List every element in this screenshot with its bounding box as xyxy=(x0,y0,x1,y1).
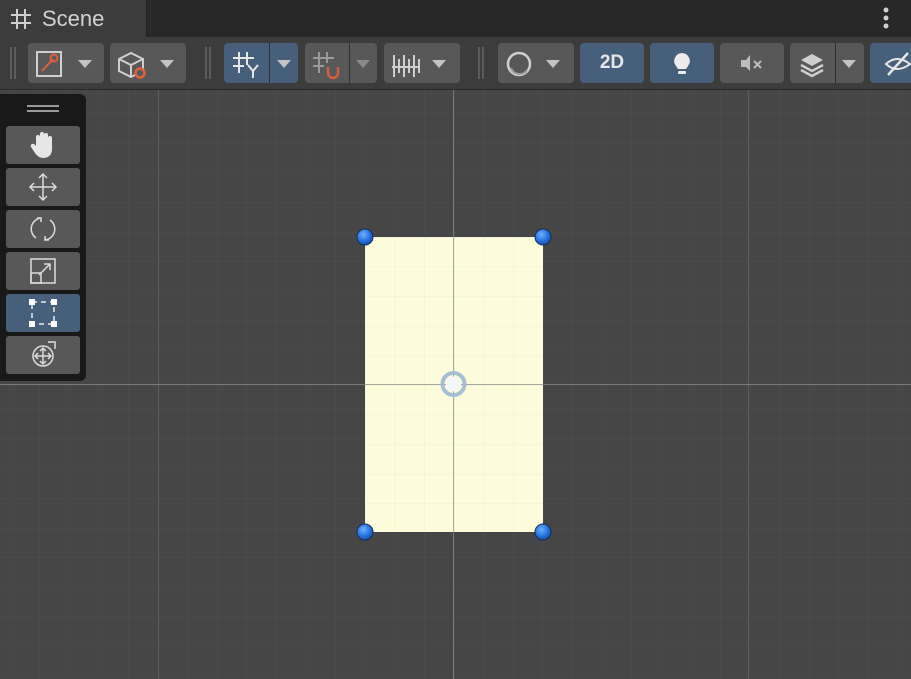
lighting-button[interactable] xyxy=(650,43,714,83)
chevron-down-icon xyxy=(546,60,560,68)
2d-mode-button[interactable]: 2D xyxy=(580,43,644,83)
increment-snapping-dropdown[interactable] xyxy=(384,43,460,83)
grid-y-icon xyxy=(233,52,259,78)
rect-handle-top-right[interactable] xyxy=(534,228,552,246)
transform-tool-button[interactable] xyxy=(6,336,80,374)
chevron-down-icon xyxy=(356,60,370,68)
chevron-down-icon xyxy=(160,60,174,68)
transform-icon xyxy=(32,341,56,367)
chevron-down-icon xyxy=(277,60,291,68)
rect-icon xyxy=(29,299,57,327)
rotate-icon xyxy=(30,217,56,241)
shading-mode-dropdown[interactable] xyxy=(498,43,574,83)
grid-snapping-button[interactable] xyxy=(305,43,377,83)
move-tool-button[interactable] xyxy=(6,168,80,206)
lightbulb-icon xyxy=(674,53,690,74)
scale-icon xyxy=(30,258,56,284)
speaker-muted-icon xyxy=(741,55,762,71)
toolbar-grip[interactable] xyxy=(478,47,484,79)
rect-handle-bottom-right[interactable] xyxy=(534,523,552,541)
effects-dropdown[interactable] xyxy=(790,43,864,83)
scene-toolbar: 2D xyxy=(0,37,911,90)
tab-bar: Scene xyxy=(0,0,911,37)
scale-tool-button[interactable] xyxy=(6,252,80,290)
2d-mode-label: 2D xyxy=(599,52,625,73)
scene-viewport[interactable] xyxy=(0,90,911,679)
grid-visibility-button[interactable] xyxy=(224,43,298,83)
chevron-down-icon xyxy=(842,60,856,68)
rect-handle-bottom-left[interactable] xyxy=(356,523,374,541)
hand-tool-button[interactable] xyxy=(6,126,80,164)
ruler-icon xyxy=(392,55,420,77)
sphere-icon xyxy=(506,51,532,77)
scene-visibility-button[interactable] xyxy=(870,43,911,83)
rect-tool-button[interactable] xyxy=(6,294,80,332)
scene-canvas[interactable] xyxy=(0,90,911,679)
move-arrows-icon xyxy=(28,172,58,202)
tab-scene[interactable]: Scene xyxy=(0,0,147,37)
tab-title: Scene xyxy=(42,6,105,31)
scene-object-dropdown[interactable] xyxy=(110,43,186,83)
gizmo-draw-mode-dropdown[interactable] xyxy=(28,43,104,83)
audio-button[interactable] xyxy=(720,43,784,83)
chevron-down-icon xyxy=(78,60,92,68)
layers-icon xyxy=(800,54,824,78)
toolbar-grip[interactable] xyxy=(10,47,16,79)
toolbar-grip[interactable] xyxy=(205,47,211,79)
hash-grid-icon xyxy=(11,9,31,29)
eye-hidden-icon xyxy=(884,52,911,76)
tools-overlay xyxy=(0,94,86,381)
cube-icon xyxy=(118,51,146,79)
rect-handle-top-left[interactable] xyxy=(356,228,374,246)
rotate-tool-button[interactable] xyxy=(6,210,80,248)
overlay-drag-handle[interactable] xyxy=(27,105,59,112)
snap-magnet-icon xyxy=(313,52,340,79)
draw-mode-icon xyxy=(36,51,62,77)
chevron-down-icon xyxy=(432,60,446,68)
hand-icon xyxy=(30,132,52,158)
kebab-menu-icon[interactable] xyxy=(876,6,896,32)
